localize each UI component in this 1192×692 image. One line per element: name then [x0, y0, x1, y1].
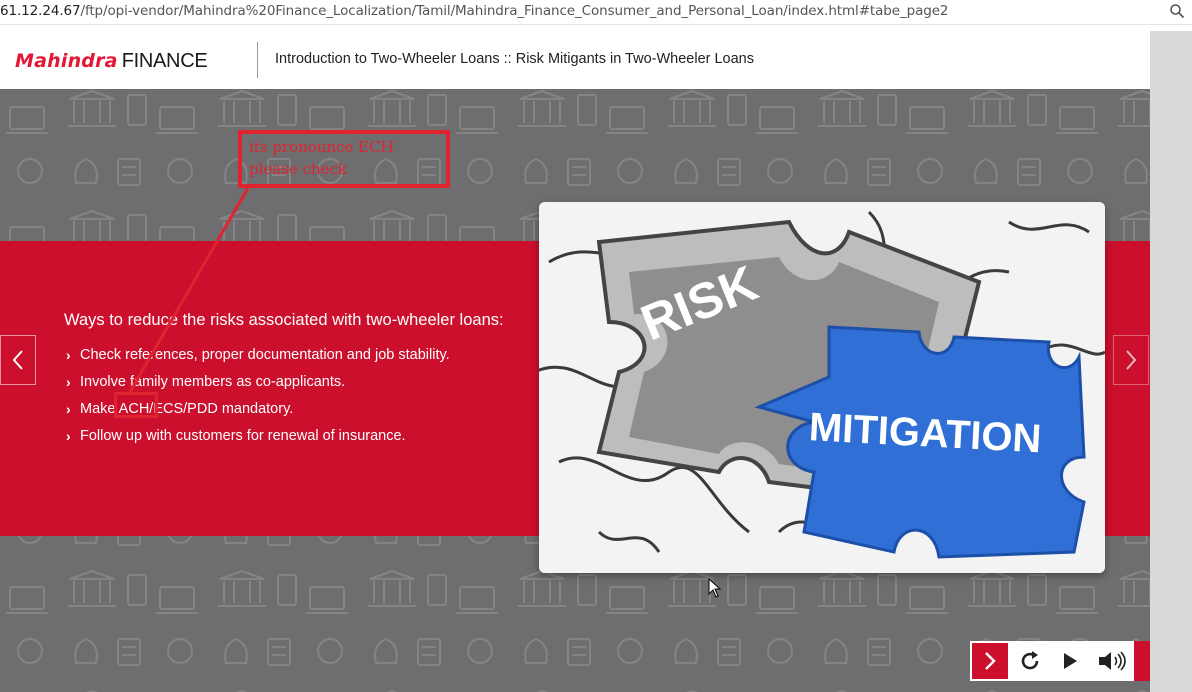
controls-end-cap [1134, 641, 1150, 681]
risk-mitigation-illustration: RISK MITIGATION [539, 202, 1105, 573]
review-comment-text: its pronounce ECH please check [249, 136, 394, 180]
window-gutter [1150, 31, 1192, 692]
audio-button[interactable] [1090, 641, 1134, 681]
logo-product: FINANCE [121, 50, 208, 72]
url-path: /ftp/opi-vendor/Mahindra%20Finance_Local… [80, 3, 949, 19]
review-comment-line: please check [249, 160, 347, 178]
bullet-chevron-icon: › [66, 346, 71, 363]
play-icon [1064, 653, 1077, 669]
next-slide-button[interactable] [1113, 335, 1149, 385]
chevron-right-icon [985, 652, 996, 670]
list-item-text: Check references, proper documentation a… [80, 346, 450, 363]
browser-address-bar[interactable]: 61.12.24.67/ftp/opi-vendor/Mahindra%20Fi… [0, 0, 1192, 25]
bullet-chevron-icon: › [66, 373, 71, 390]
speaker-icon [1099, 651, 1126, 671]
course-header: Mahindra FINANCE Introduction to Two-Whe… [0, 31, 1150, 89]
slide-stage: Ways to reduce the risks associated with… [0, 89, 1150, 692]
replay-button[interactable] [1010, 641, 1050, 681]
list-item: › Involve family members as co-applicants… [66, 368, 450, 395]
chevron-right-icon [1126, 350, 1137, 370]
magnifier-icon[interactable] [1169, 3, 1185, 19]
play-button[interactable] [1050, 641, 1090, 681]
review-highlight-box [114, 392, 158, 418]
logo-brand: Mahindra [15, 50, 118, 72]
review-comment-line: its pronounce ECH [249, 138, 394, 156]
url-text[interactable]: 61.12.24.67/ftp/opi-vendor/Mahindra%20Fi… [0, 3, 949, 19]
header-divider [257, 42, 258, 78]
list-item: › Follow up with customers for renewal of… [66, 422, 450, 449]
url-host: 61.12.24.67 [0, 3, 81, 19]
puzzle-image: RISK MITIGATION [539, 202, 1105, 573]
mouse-cursor-icon [708, 578, 722, 598]
slide-heading: Ways to reduce the risks associated with… [64, 311, 504, 329]
next-button[interactable] [970, 641, 1010, 681]
list-item-text: Involve family members as co-applicants. [80, 373, 346, 390]
chevron-left-icon [12, 350, 23, 370]
list-item-text: Make ACH/ECS/PDD mandatory. [80, 400, 294, 417]
bullet-chevron-icon: › [66, 427, 71, 444]
mahindra-finance-logo: Mahindra FINANCE [15, 50, 208, 74]
list-item: › Check references, proper documentation … [66, 341, 450, 368]
list-item-text: Follow up with customers for renewal of … [80, 427, 406, 444]
course-title: Introduction to Two-Wheeler Loans :: Ris… [275, 51, 754, 67]
player-controls [970, 641, 1150, 681]
previous-slide-button[interactable] [0, 335, 36, 385]
bullet-chevron-icon: › [66, 400, 71, 417]
replay-icon [1021, 651, 1039, 670]
